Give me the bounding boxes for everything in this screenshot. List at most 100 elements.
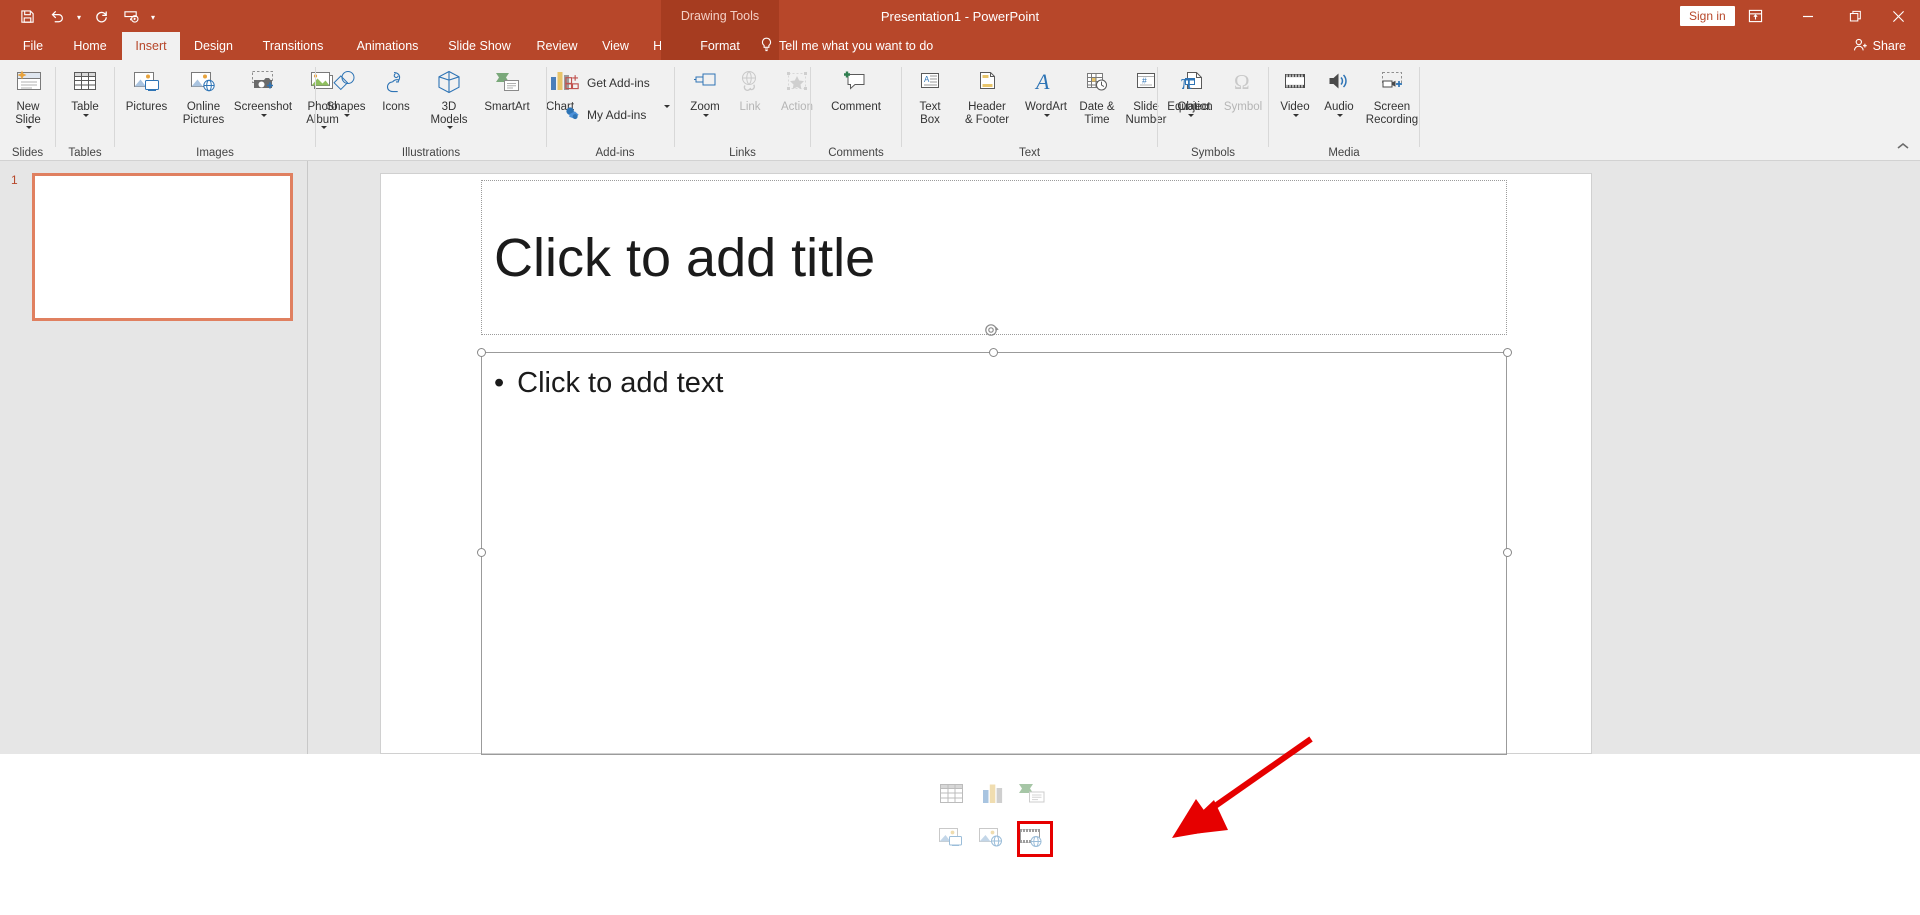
resize-handle-middle-left[interactable] — [477, 548, 486, 557]
svg-text:#: # — [1142, 76, 1147, 86]
ribbon-button-text-box-label: Text Box — [919, 101, 941, 126]
start-from-beginning-icon[interactable] — [116, 1, 146, 31]
ribbon-button-my-add-ins-label: My Add-ins — [587, 108, 647, 122]
ribbon-button-header-footer[interactable]: Header & Footer — [954, 65, 1020, 126]
ribbon-button-get-add-ins[interactable]: Get Add-ins — [564, 73, 650, 93]
ribbon-display-options-icon[interactable] — [1733, 0, 1777, 32]
wordart-dropdown-icon[interactable] — [1044, 113, 1050, 117]
slide-stage[interactable]: Click to add title • Click to add text — [308, 161, 1920, 857]
ribbon-button-video[interactable]: Video — [1273, 65, 1317, 117]
zoom-icon — [690, 65, 720, 99]
save-icon[interactable] — [12, 1, 42, 31]
close-icon[interactable] — [1876, 0, 1920, 32]
ribbon-button-equation[interactable]: π Equation — [1162, 65, 1218, 117]
ribbon-button-smartart[interactable]: SmartArt — [478, 65, 536, 114]
my-add-ins-dropdown-icon[interactable] — [662, 105, 670, 108]
ribbon-button-my-add-ins[interactable]: My Add-ins — [564, 105, 646, 125]
table-dropdown-icon[interactable] — [83, 113, 89, 117]
tab-review[interactable]: Review — [525, 32, 589, 60]
quick-access-toolbar: ▾ ▾ — [12, 0, 160, 32]
tab-transitions[interactable]: Transitions — [247, 32, 339, 60]
tell-me-label: Tell me what you want to do — [779, 39, 934, 53]
ribbon-button-wordart-label: WordArt — [1025, 101, 1067, 113]
tell-me-search[interactable]: Tell me what you want to do — [760, 32, 933, 60]
get-add-ins-icon — [564, 73, 581, 93]
ribbon-group-images: Pictures Online Pictures Screenshot Phot… — [115, 60, 339, 160]
slide-thumbnail-1[interactable] — [32, 173, 293, 321]
tab-animations[interactable]: Animations — [341, 32, 434, 60]
resize-handle-top-center[interactable] — [989, 348, 998, 357]
shapes-icon — [331, 65, 361, 99]
redo-icon[interactable] — [86, 1, 116, 31]
ribbon-group-text: A Text Box Header & Footer A WordArt Dat… — [902, 60, 1210, 160]
ribbon-button-screenshot[interactable]: Screenshot — [232, 65, 294, 117]
ribbon-button-shapes[interactable]: Shapes — [320, 65, 372, 117]
text-box-icon: A — [916, 65, 944, 99]
rotation-handle[interactable] — [983, 322, 1001, 340]
ribbon-button-comment[interactable]: Comment — [817, 65, 895, 114]
ribbon-group-illustrations-label: Illustrations — [401, 147, 461, 159]
slide-thumbnail-pane[interactable]: 1 — [0, 161, 308, 754]
zoom-dropdown-icon[interactable] — [703, 113, 709, 117]
smartart-icon — [492, 65, 522, 99]
title-placeholder[interactable]: Click to add title — [481, 180, 1507, 335]
insert-chart-icon[interactable] — [977, 781, 1009, 813]
ribbon-button-new-slide[interactable]: New Slide — [3, 65, 53, 129]
ribbon-button-wordart[interactable]: A WordArt — [1020, 65, 1072, 117]
bullet-glyph: • — [494, 367, 505, 399]
ribbon-button-pictures[interactable]: Pictures — [118, 65, 175, 114]
customize-quick-access-toolbar-icon[interactable]: ▾ — [146, 1, 160, 31]
tab-file[interactable]: File — [10, 32, 56, 60]
ribbon-button-online-pictures[interactable]: Online Pictures — [175, 65, 232, 126]
resize-handle-top-left[interactable] — [477, 348, 486, 357]
ribbon-group-illustrations: Shapes Icons 3D Models SmartArt Chart Il… — [316, 60, 574, 160]
ribbon-button-screen-recording[interactable]: Screen Recording — [1361, 65, 1423, 126]
ribbon-button-table[interactable]: Table — [58, 65, 112, 117]
icons-icon — [381, 65, 411, 99]
ribbon-button-online-pictures-label: Online Pictures — [182, 101, 225, 126]
content-insert-icon-cluster — [937, 781, 1057, 857]
share-button[interactable]: Share — [1853, 32, 1906, 60]
tab-insert[interactable]: Insert — [122, 32, 180, 60]
equation-dropdown-icon[interactable] — [1188, 113, 1194, 117]
audio-dropdown-icon[interactable] — [1337, 113, 1343, 117]
tab-design[interactable]: Design — [182, 32, 245, 60]
ribbon-button-3d-models[interactable]: 3D Models — [420, 65, 478, 129]
ribbon-group-slides: New Slide Slides — [0, 60, 55, 160]
resize-handle-top-right[interactable] — [1503, 348, 1512, 357]
shapes-dropdown-icon[interactable] — [344, 113, 350, 117]
contextual-tools-label: Drawing Tools — [661, 0, 779, 32]
comment-icon — [841, 65, 871, 99]
date-time-icon — [1083, 65, 1111, 99]
undo-dropdown-icon[interactable]: ▾ — [72, 1, 86, 31]
content-placeholder[interactable]: • Click to add text — [481, 352, 1507, 857]
ribbon-button-date-time[interactable]: Date & Time — [1072, 65, 1122, 126]
minimize-icon[interactable] — [1786, 0, 1830, 32]
resize-handle-middle-right[interactable] — [1503, 548, 1512, 557]
ribbon-button-icons[interactable]: Icons — [372, 65, 420, 114]
ribbon-tab-strip: File Home Insert Design Transitions Anim… — [0, 32, 1920, 60]
tab-view[interactable]: View — [591, 32, 640, 60]
tab-slide-show[interactable]: Slide Show — [436, 32, 523, 60]
ribbon-button-get-add-ins-label: Get Add-ins — [587, 76, 650, 90]
insert-table-icon[interactable] — [937, 781, 969, 813]
collapse-ribbon-button[interactable] — [1896, 141, 1910, 154]
slide-canvas[interactable]: Click to add title • Click to add text — [380, 173, 1592, 857]
3d-models-dropdown-icon[interactable] — [447, 126, 453, 129]
sign-in-button[interactable]: Sign in — [1680, 6, 1735, 26]
new-slide-dropdown-icon[interactable] — [26, 126, 32, 129]
insert-pictures-icon[interactable] — [937, 825, 969, 857]
insert-online-pictures-icon[interactable] — [977, 825, 1009, 857]
restore-icon[interactable] — [1833, 0, 1877, 32]
share-label: Share — [1872, 39, 1906, 53]
content-placeholder-text: • Click to add text — [494, 367, 723, 400]
video-dropdown-icon[interactable] — [1293, 113, 1299, 117]
tab-home[interactable]: Home — [60, 32, 120, 60]
insert-smartart-icon[interactable] — [1017, 781, 1049, 813]
ribbon-group-comments: Comment Comments — [811, 60, 901, 160]
undo-icon[interactable] — [42, 1, 72, 31]
ribbon-button-zoom[interactable]: Zoom — [681, 65, 729, 117]
ribbon-button-text-box[interactable]: A Text Box — [906, 65, 954, 126]
screenshot-dropdown-icon[interactable] — [261, 113, 267, 117]
ribbon-button-audio[interactable]: Audio — [1317, 65, 1361, 117]
